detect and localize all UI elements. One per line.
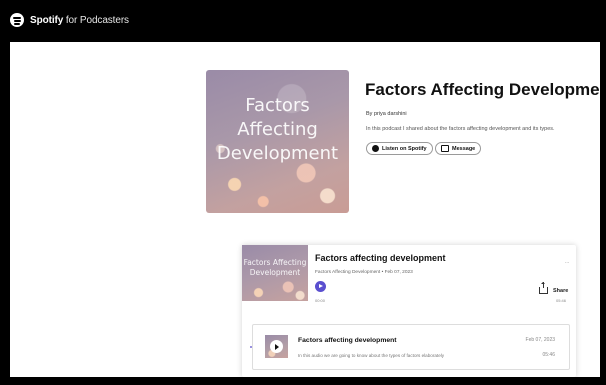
message-label: Message [452, 145, 476, 152]
message-icon [441, 145, 449, 152]
share-label: Share [553, 287, 569, 294]
episode-art: Factors Affecting Development [242, 245, 308, 301]
podcast-description: In this podcast I shared about the facto… [366, 126, 555, 132]
share-button[interactable]: Share [539, 281, 569, 294]
podcast-title: Factors Affecting Development [365, 80, 600, 99]
episode-list-item[interactable]: Factors affecting development In this au… [250, 324, 570, 370]
podcast-cover-art: Factors Affecting Development [206, 70, 349, 213]
listen-on-spotify-label: Listen on Spotify [382, 145, 427, 152]
featured-episode-card: Factors Affecting Development Factors af… [242, 245, 576, 377]
episode-meta: Factors Affecting Development • Feb 07, … [315, 270, 413, 275]
episode-art-text: Factors Affecting Development [243, 258, 307, 277]
list-episode-duration: 05:46 [542, 352, 555, 358]
brand-name: Spotify [30, 14, 64, 26]
episode-title[interactable]: Factors affecting development [315, 253, 446, 263]
spotify-for-podcasters-logo[interactable]: Spotify for Podcasters [10, 13, 129, 27]
more-options-icon[interactable]: ... [565, 259, 569, 265]
podcast-page: Factors Affecting Development Factors Af… [10, 42, 600, 377]
share-icon [539, 281, 548, 294]
list-episode-description: In this audio we are going to know about… [298, 353, 445, 358]
message-button[interactable]: Message [435, 142, 482, 155]
cover-art-text: Factors Affecting Development [216, 95, 339, 164]
list-play-button[interactable] [270, 340, 283, 353]
episode-thumbnail [265, 335, 288, 358]
list-episode-title[interactable]: Factors affecting development [298, 337, 397, 344]
podcast-author: By priya darshini [366, 111, 407, 117]
app-window: Spotify for Podcasters Factors Affecting… [0, 0, 606, 385]
brand-suffix: for Podcasters [65, 14, 129, 26]
current-time: 00:00 [315, 298, 326, 303]
spotify-logo-icon [10, 13, 24, 27]
play-button[interactable] [315, 281, 326, 292]
new-episode-dot [250, 346, 252, 348]
listen-on-spotify-button[interactable]: Listen on Spotify [366, 142, 433, 155]
top-bar: Spotify for Podcasters [2, 0, 606, 42]
spotify-icon [372, 145, 379, 152]
episode-duration: 05:46 [556, 298, 567, 303]
list-episode-date: Feb 07, 2023 [525, 337, 555, 343]
